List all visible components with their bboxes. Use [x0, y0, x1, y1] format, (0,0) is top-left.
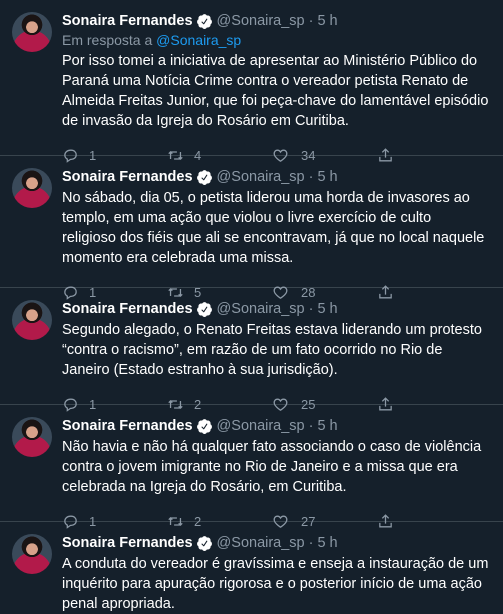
avatar[interactable] [12, 534, 52, 574]
separator-dot: · [308, 418, 314, 434]
tweet-header: Sonaira Fernandes @Sonaira_sp · 5 h [62, 534, 489, 552]
tweet-time[interactable]: 5 h [317, 417, 337, 435]
tweet-thread: Sonaira Fernandes @Sonaira_sp · 5 h Em r… [0, 0, 503, 612]
separator-dot: · [308, 535, 314, 551]
author-handle[interactable]: @Sonaira_sp [217, 12, 305, 30]
author-handle[interactable]: @Sonaira_sp [217, 417, 305, 435]
tweet-text: Não havia e não há qualquer fato associa… [62, 439, 482, 495]
tweet[interactable]: Sonaira Fernandes @Sonaira_sp · 5 h No s… [0, 156, 503, 300]
verified-badge-icon [196, 418, 213, 435]
tweet-time[interactable]: 5 h [317, 300, 337, 318]
author-name[interactable]: Sonaira Fernandes [62, 417, 193, 435]
tweet[interactable]: Sonaira Fernandes @Sonaira_sp · 5 h Não … [0, 405, 503, 529]
author-name[interactable]: Sonaira Fernandes [62, 300, 193, 318]
tweet-header: Sonaira Fernandes @Sonaira_sp · 5 h [62, 417, 489, 435]
tweet-text: No sábado, dia 05, o petista liderou uma… [62, 190, 485, 266]
tweet-time[interactable]: 5 h [317, 534, 337, 552]
tweet-header: Sonaira Fernandes @Sonaira_sp · 5 h [62, 12, 489, 30]
author-handle[interactable]: @Sonaira_sp [217, 534, 305, 552]
reply-mention-link[interactable]: @Sonaira_sp [156, 32, 241, 48]
tweet[interactable]: Sonaira Fernandes @Sonaira_sp · 5 h Em r… [0, 0, 503, 163]
tweet-time[interactable]: 5 h [317, 168, 337, 186]
verified-badge-icon [196, 301, 213, 318]
author-name[interactable]: Sonaira Fernandes [62, 534, 193, 552]
tweet-time[interactable]: 5 h [317, 12, 337, 30]
separator-dot: · [308, 301, 314, 317]
verified-badge-icon [196, 13, 213, 30]
author-name[interactable]: Sonaira Fernandes [62, 168, 193, 186]
reply-prefix: Em resposta a [62, 32, 157, 48]
avatar[interactable] [12, 12, 52, 52]
tweet-text: A conduta do vereador é gravíssima e ens… [62, 556, 489, 612]
tweet-text: Segundo alegado, o Renato Freitas estava… [62, 322, 482, 378]
author-handle[interactable]: @Sonaira_sp [217, 168, 305, 186]
author-handle[interactable]: @Sonaira_sp [217, 300, 305, 318]
separator-dot: · [308, 13, 314, 29]
reply-context: Em resposta a @Sonaira_sp [62, 31, 489, 49]
avatar[interactable] [12, 168, 52, 208]
verified-badge-icon [196, 535, 213, 552]
tweet-text: Por isso tomei a iniciativa de apresenta… [62, 53, 489, 129]
separator-dot: · [308, 169, 314, 185]
author-name[interactable]: Sonaira Fernandes [62, 12, 193, 30]
tweet[interactable]: Sonaira Fernandes @Sonaira_sp · 5 h A co… [0, 522, 503, 612]
tweet-header: Sonaira Fernandes @Sonaira_sp · 5 h [62, 168, 489, 186]
tweet[interactable]: Sonaira Fernandes @Sonaira_sp · 5 h Segu… [0, 288, 503, 412]
tweet-header: Sonaira Fernandes @Sonaira_sp · 5 h [62, 300, 489, 318]
avatar[interactable] [12, 417, 52, 457]
verified-badge-icon [196, 169, 213, 186]
avatar[interactable] [12, 300, 52, 340]
